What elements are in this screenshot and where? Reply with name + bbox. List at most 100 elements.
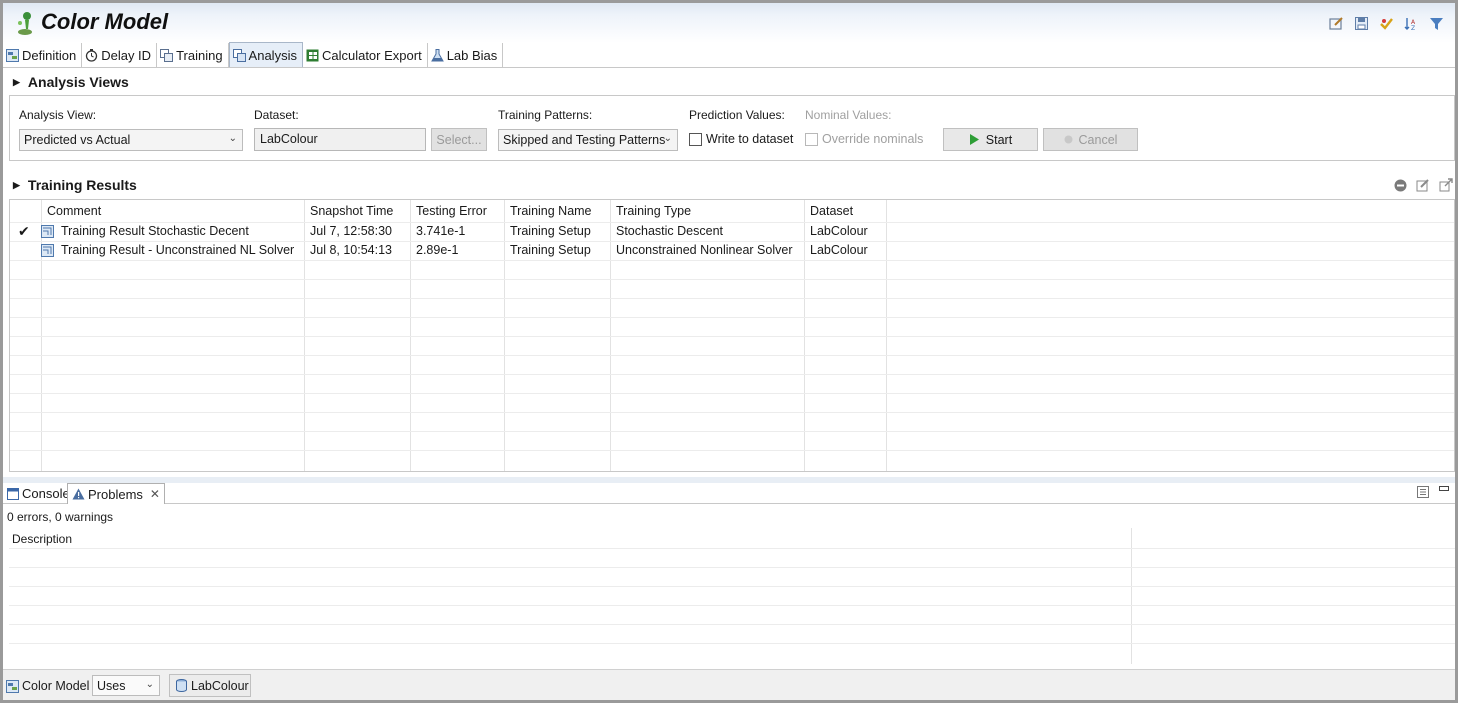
tab-lab-bias[interactable]: Lab Bias (427, 43, 504, 67)
tab-label: Calculator Export (321, 47, 422, 63)
tab-calculator-export[interactable]: Calculator Export (302, 43, 428, 67)
cancel-button[interactable]: Cancel (1043, 128, 1138, 151)
cell-dataset: LabColour (810, 243, 868, 257)
column-header-testing-error[interactable]: Testing Error (411, 200, 492, 222)
tab-label: Definition (22, 47, 77, 63)
status-model-name: Color Model (22, 679, 90, 693)
status-bar: Color Model Uses ⌄ LabColour (3, 669, 1455, 700)
chevron-down-icon: ⌄ (663, 133, 672, 144)
tab-problems[interactable]: Problems ✕ (67, 483, 165, 504)
checkbox-box[interactable] (805, 132, 818, 146)
tab-console[interactable]: Console (3, 483, 74, 504)
training-results-table: Comment Snapshot Time Testing Error Trai… (9, 199, 1455, 472)
column-header-training-type[interactable]: Training Type (611, 200, 696, 222)
tab-definition[interactable]: Definition (3, 43, 83, 67)
checkbox-box[interactable] (689, 132, 702, 146)
analysis-views-panel: Analysis View: Predicted vs Actual ⌄ Dat… (9, 95, 1455, 161)
column-header-training-name[interactable]: Training Name (505, 200, 597, 222)
dataset-field[interactable]: LabColour (254, 128, 426, 151)
analysis-view-label: Analysis View: (19, 108, 97, 122)
edit-icon[interactable] (1328, 15, 1345, 32)
cell-testing-error: 3.741e-1 (416, 224, 466, 238)
filter-icon[interactable] (1428, 15, 1445, 32)
training-patterns-select[interactable]: Skipped and Testing Patterns ⌄ (498, 129, 678, 151)
remove-icon[interactable] (1394, 179, 1407, 192)
play-icon (969, 134, 979, 145)
analysis-icon (232, 48, 246, 62)
cell-training-name: Training Setup (510, 243, 591, 257)
table-row[interactable]: ✔ Training Result Stochastic Decent Jul … (10, 222, 1454, 241)
training-icon (160, 48, 174, 62)
column-header-dataset[interactable]: Dataset (805, 200, 858, 222)
cell-training-name: Training Setup (510, 224, 591, 238)
relation-select[interactable]: Uses ⌄ (92, 675, 160, 696)
dataset-label: LabColour (191, 678, 249, 693)
close-icon[interactable]: ✕ (150, 487, 160, 501)
edit-icon[interactable] (1416, 178, 1430, 192)
results-toolbar (1394, 178, 1453, 192)
table-row[interactable]: Training Result - Unconstrained NL Solve… (10, 241, 1454, 260)
dataset-link-button[interactable]: LabColour (169, 674, 251, 697)
problems-table (9, 528, 1455, 664)
chevron-down-icon: ⌄ (228, 133, 237, 144)
expand-triangle-icon: ▶ (13, 179, 20, 190)
definition-icon (6, 48, 19, 62)
cell-testing-error: 2.89e-1 (416, 243, 459, 257)
cell-dataset: LabColour (810, 224, 868, 238)
analysis-view-select[interactable]: Predicted vs Actual ⌄ (19, 129, 243, 151)
training-patterns-value: Skipped and Testing Patterns (503, 133, 666, 147)
cell-training-type: Stochastic Descent (616, 224, 723, 238)
save-icon[interactable] (1353, 15, 1370, 32)
model-icon (6, 680, 19, 693)
relation-value: Uses (97, 679, 126, 693)
tab-label: Problems (88, 486, 143, 502)
checkbox-label: Write to dataset (706, 132, 794, 146)
export-icon[interactable] (1439, 178, 1453, 192)
column-header-snapshot-time[interactable]: Snapshot Time (305, 200, 398, 222)
start-label: Start (985, 132, 1013, 147)
warning-icon (72, 488, 85, 500)
training-result-icon (41, 244, 54, 257)
column-header-comment[interactable]: Comment (42, 200, 106, 222)
cell-comment: Training Result - Unconstrained NL Solve… (61, 243, 295, 257)
checkmark-icon: ✔ (18, 224, 30, 240)
write-to-dataset-checkbox[interactable]: Write to dataset (689, 132, 793, 146)
title-bar: Color Model AZ (3, 3, 1455, 43)
start-button[interactable]: Start (943, 128, 1038, 151)
tab-delay-id[interactable]: Delay ID (82, 43, 158, 67)
cancel-label: Cancel (1078, 132, 1118, 147)
tab-analysis[interactable]: Analysis (228, 42, 303, 67)
title-toolbar: AZ (1328, 15, 1445, 32)
select-dataset-button[interactable]: Select... (431, 128, 487, 151)
view-toolbar (1417, 486, 1449, 498)
nominal-values-label: Nominal Values: (805, 108, 892, 122)
flask-icon (430, 48, 444, 61)
app-window: Color Model AZ Definition Delay ID Train… (3, 3, 1455, 700)
page-title: Color Model (41, 9, 169, 34)
cell-training-type: Unconstrained Nonlinear Solver (616, 243, 793, 257)
override-nominals-checkbox[interactable]: Override nominals (805, 132, 923, 146)
spreadsheet-icon (306, 49, 319, 61)
training-results-header[interactable]: ▶ Training Results (13, 175, 137, 195)
tab-training[interactable]: Training (157, 43, 229, 67)
chevron-down-icon: ⌄ (145, 679, 154, 690)
minimize-icon[interactable] (1439, 486, 1449, 492)
sort-icon[interactable]: AZ (1403, 15, 1420, 32)
section-title: Analysis Views (27, 74, 129, 90)
svg-text:Z: Z (1411, 25, 1415, 31)
analysis-views-header[interactable]: ▶ Analysis Views (13, 72, 129, 92)
tab-label: Training (176, 47, 223, 63)
tab-label: Lab Bias (446, 47, 498, 63)
cell-comment: Training Result Stochastic Decent (61, 224, 249, 238)
cell-snapshot-time: Jul 7, 12:58:30 (310, 224, 393, 238)
checkbox-label: Override nominals (822, 132, 924, 146)
model-icon (18, 12, 32, 35)
clock-icon (86, 48, 98, 62)
view-menu-icon[interactable] (1417, 486, 1429, 498)
check-icon[interactable] (1378, 15, 1395, 32)
section-title: Training Results (27, 177, 137, 193)
database-icon (176, 679, 187, 692)
bottom-view-tabs: Console Problems ✕ (3, 483, 1455, 504)
training-patterns-label: Training Patterns: (498, 108, 593, 122)
analysis-view-value: Predicted vs Actual (24, 133, 131, 147)
